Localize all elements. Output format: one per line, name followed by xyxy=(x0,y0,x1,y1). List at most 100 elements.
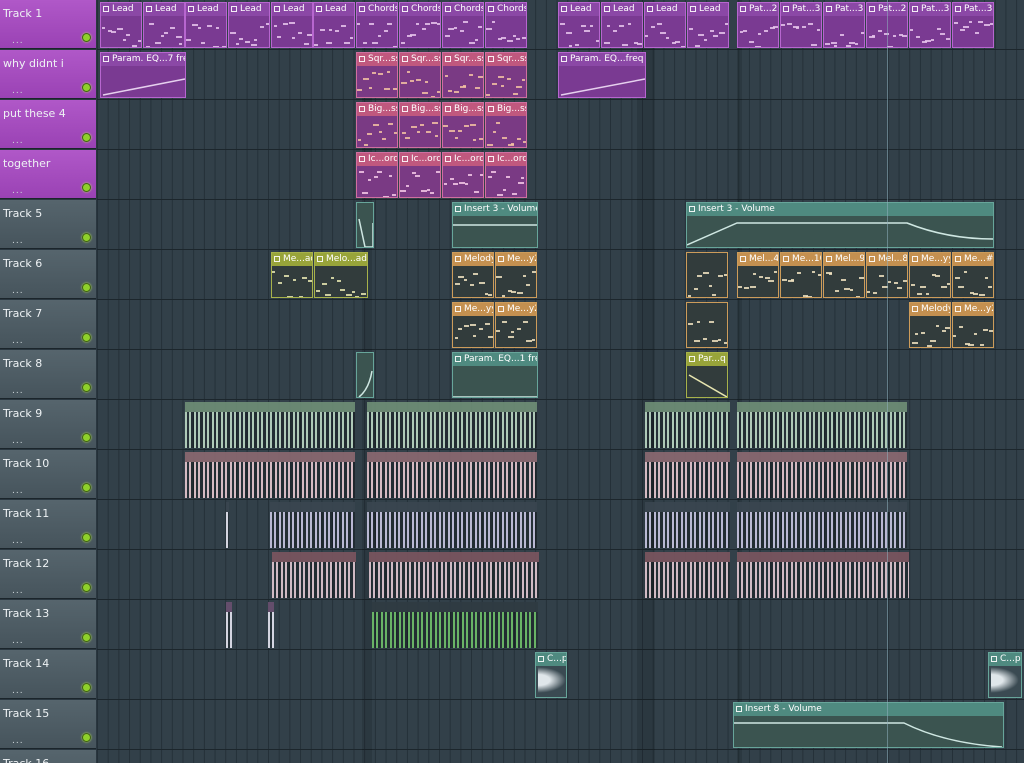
pattern-clip[interactable]: Chords xyxy=(442,2,484,48)
melody-clip[interactable]: Me...ad xyxy=(271,252,313,298)
track-mute-led[interactable] xyxy=(82,383,91,392)
pattern-clip[interactable]: Pat...32 xyxy=(823,2,865,48)
pattern-clip[interactable]: Sqr...ss xyxy=(399,52,441,98)
melody-clip[interactable]: Me...y2 xyxy=(495,252,537,298)
pattern-clip[interactable]: Lead xyxy=(185,2,227,48)
track-options-dots[interactable]: ... xyxy=(12,586,24,596)
track-mute-led[interactable] xyxy=(82,233,91,242)
automation-clip[interactable] xyxy=(356,202,374,248)
track-header[interactable]: Track 6... xyxy=(0,250,96,299)
audio-clip[interactable] xyxy=(645,552,730,598)
track-options-dots[interactable]: ... xyxy=(12,636,24,646)
melody-clip[interactable] xyxy=(686,252,728,298)
pattern-clip[interactable]: Lead xyxy=(143,2,185,48)
track-mute-led[interactable] xyxy=(82,483,91,492)
melody-clip[interactable]: Melody xyxy=(909,302,951,348)
automation-clip[interactable]: Insert 3 - Volume xyxy=(686,202,994,248)
audio-clip[interactable] xyxy=(369,552,539,598)
melody-clip[interactable]: Me...y2 xyxy=(495,302,537,348)
track-options-dots[interactable]: ... xyxy=(12,36,24,46)
audio-clip[interactable] xyxy=(226,602,232,648)
audio-clip[interactable] xyxy=(372,602,538,648)
melody-clip[interactable] xyxy=(686,302,728,348)
automation-clip[interactable]: Insert 8 - Volume xyxy=(733,702,1004,748)
track-options-dots[interactable]: ... xyxy=(12,86,24,96)
pattern-clip[interactable]: Big...ss xyxy=(442,102,484,148)
track-header[interactable]: Track 15... xyxy=(0,700,96,749)
track-header[interactable]: Track 10... xyxy=(0,450,96,499)
audio-clip[interactable] xyxy=(367,452,537,498)
automation-clip[interactable]: Param. EQ...7 freq xyxy=(100,52,186,98)
track-header[interactable]: Track 8... xyxy=(0,350,96,399)
melody-clip[interactable]: Me...yy xyxy=(452,302,494,348)
track-mute-led[interactable] xyxy=(82,33,91,42)
track-options-dots[interactable]: ... xyxy=(12,436,24,446)
pattern-clip[interactable]: Sqr...ss xyxy=(442,52,484,98)
pattern-clip[interactable]: Big...ss xyxy=(356,102,398,148)
track-mute-led[interactable] xyxy=(82,583,91,592)
track-mute-led[interactable] xyxy=(82,283,91,292)
track-options-dots[interactable]: ... xyxy=(12,286,24,296)
audio-clip[interactable] xyxy=(737,552,909,598)
track-options-dots[interactable]: ... xyxy=(12,536,24,546)
melody-clip[interactable]: Me...#5 xyxy=(952,252,994,298)
audio-clip[interactable] xyxy=(645,402,730,448)
pattern-clip[interactable]: Ic...ord xyxy=(485,152,527,198)
track-header[interactable]: Track 13... xyxy=(0,600,96,649)
track-mute-led[interactable] xyxy=(82,133,91,142)
automation-clip[interactable]: Par...q xyxy=(686,352,728,398)
audio-clip[interactable]: C...p xyxy=(535,652,567,698)
arrangement-grid[interactable]: Lead Lead Lead Lead Lead Lead Chords Chords Chor… xyxy=(97,0,1024,763)
audio-clip[interactable] xyxy=(185,402,355,448)
pattern-clip[interactable]: Pat...32 xyxy=(780,2,822,48)
pattern-clip[interactable]: Ic...ord xyxy=(442,152,484,198)
audio-clip[interactable] xyxy=(226,502,229,548)
automation-clip[interactable]: Insert 3 - Volume xyxy=(452,202,538,248)
track-mute-led[interactable] xyxy=(82,633,91,642)
melody-clip[interactable]: Mel...9 xyxy=(823,252,865,298)
track-header[interactable]: Track 9... xyxy=(0,400,96,449)
audio-clip[interactable] xyxy=(270,502,355,548)
pattern-clip[interactable]: Lead xyxy=(644,2,686,48)
track-mute-led[interactable] xyxy=(82,433,91,442)
audio-clip[interactable] xyxy=(272,552,356,598)
audio-clip[interactable] xyxy=(737,502,907,548)
track-header[interactable]: why didnt i... xyxy=(0,50,96,99)
pattern-clip[interactable]: Lead xyxy=(228,2,270,48)
track-header[interactable]: Track 7... xyxy=(0,300,96,349)
track-header[interactable]: Track 5... xyxy=(0,200,96,249)
melody-clip[interactable]: Me...y2 xyxy=(952,302,994,348)
melody-clip[interactable]: Melo...ad2 xyxy=(314,252,368,298)
pattern-clip[interactable]: Chords xyxy=(356,2,398,48)
audio-clip[interactable] xyxy=(268,602,274,648)
track-mute-led[interactable] xyxy=(82,533,91,542)
pattern-clip[interactable]: Pat...33 xyxy=(952,2,994,48)
pattern-clip[interactable]: Lead xyxy=(558,2,600,48)
pattern-clip[interactable]: Lead xyxy=(601,2,643,48)
pattern-clip[interactable]: Ic...ord xyxy=(356,152,398,198)
pattern-clip[interactable]: Pat...32 xyxy=(909,2,951,48)
track-options-dots[interactable]: ... xyxy=(12,336,24,346)
track-options-dots[interactable]: ... xyxy=(12,486,24,496)
track-options-dots[interactable]: ... xyxy=(12,736,24,746)
track-header[interactable]: together... xyxy=(0,150,96,199)
pattern-clip[interactable]: Lead xyxy=(687,2,729,48)
automation-clip[interactable] xyxy=(356,352,374,398)
automation-clip[interactable]: Param. EQ...1 freq xyxy=(452,352,538,398)
audio-clip[interactable] xyxy=(367,402,537,448)
track-mute-led[interactable] xyxy=(82,183,91,192)
pattern-clip[interactable]: Ic...ord xyxy=(399,152,441,198)
pattern-clip[interactable]: Chords xyxy=(485,2,527,48)
track-mute-led[interactable] xyxy=(82,333,91,342)
pattern-clip[interactable]: Lead xyxy=(313,2,355,48)
track-header[interactable]: Track 14... xyxy=(0,650,96,699)
audio-clip[interactable] xyxy=(737,452,907,498)
track-options-dots[interactable]: ... xyxy=(12,236,24,246)
audio-clip[interactable] xyxy=(367,502,537,548)
track-options-dots[interactable]: ... xyxy=(12,136,24,146)
pattern-clip[interactable]: Lead xyxy=(100,2,142,48)
melody-clip[interactable]: Me...yy xyxy=(909,252,951,298)
audio-clip[interactable] xyxy=(737,402,907,448)
track-header[interactable]: Track 11... xyxy=(0,500,96,549)
pattern-clip[interactable]: Sqr...ss xyxy=(485,52,527,98)
